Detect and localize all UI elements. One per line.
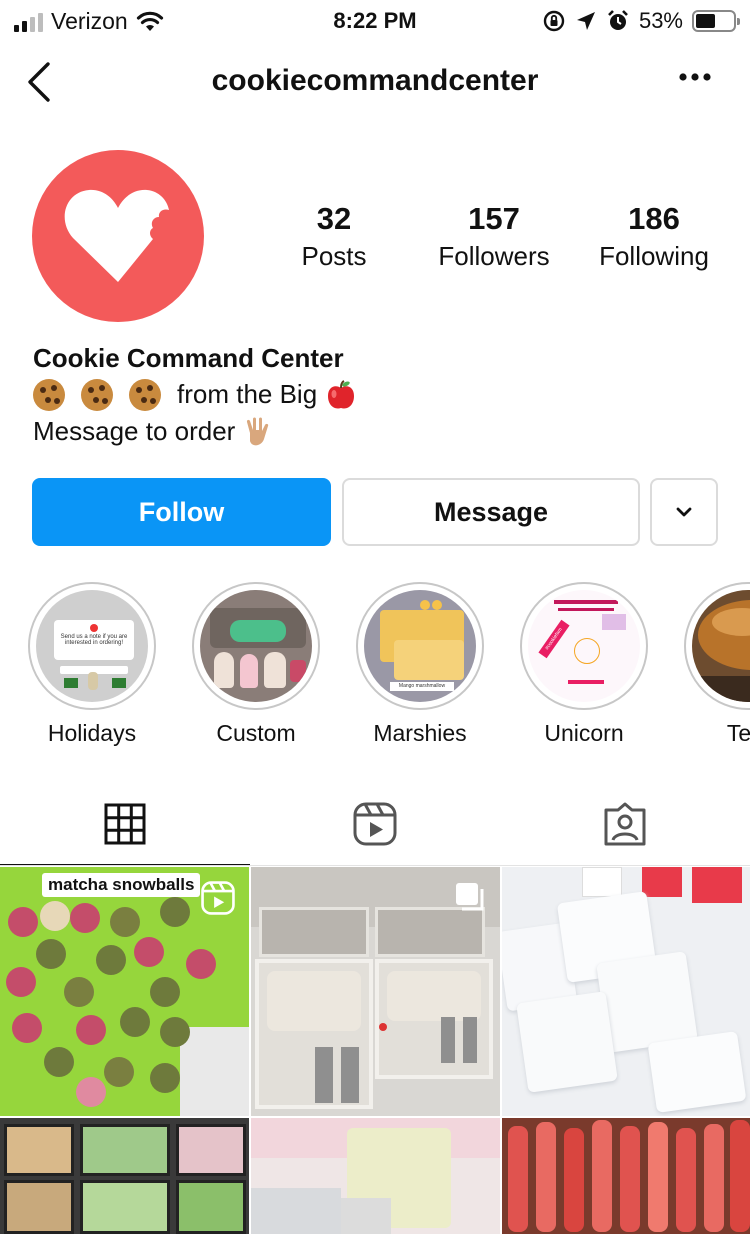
highlight-note-card: Send us a note if you are interested in … bbox=[54, 620, 134, 660]
carousel-badge-icon bbox=[456, 883, 484, 911]
highlight-test[interactable]: Test bbox=[683, 582, 750, 747]
highlight-cover-custom bbox=[200, 590, 312, 702]
message-button[interactable]: Message bbox=[342, 478, 640, 546]
highlight-cover-marshies: Mango marshmallow bbox=[364, 590, 476, 702]
post-tile[interactable] bbox=[0, 1118, 249, 1234]
highlight-label: Test bbox=[726, 720, 750, 746]
battery-icon bbox=[692, 10, 740, 32]
chevron-down-icon bbox=[676, 507, 692, 517]
follow-button[interactable]: Follow bbox=[32, 478, 331, 546]
suggested-accounts-button[interactable] bbox=[650, 478, 718, 546]
highlight-label: Holidays bbox=[47, 720, 137, 746]
status-bar: Verizon 8:22 PM 53% bbox=[0, 0, 750, 42]
highlight-cover-test bbox=[692, 590, 750, 702]
bio-text-2: Message to order bbox=[33, 416, 236, 446]
highlight-ring bbox=[684, 582, 750, 710]
alarm-clock-icon bbox=[608, 10, 628, 30]
post-tile[interactable]: matcha snowballs bbox=[0, 867, 249, 1116]
more-options-icon[interactable] bbox=[678, 72, 712, 82]
status-right: 53% bbox=[542, 8, 740, 34]
highlight-cover-holidays: Send us a note if you are interested in … bbox=[36, 590, 148, 702]
story-highlights: Send us a note if you are interested in … bbox=[0, 582, 750, 752]
tab-divider bbox=[0, 865, 750, 866]
tagged-person-icon bbox=[604, 802, 646, 846]
bitten-heart-logo-icon bbox=[64, 189, 169, 282]
posts-count: 32 bbox=[316, 201, 352, 236]
post-tile[interactable] bbox=[251, 1118, 500, 1234]
highlight-label: Custom bbox=[216, 720, 296, 746]
post-tile[interactable] bbox=[502, 1118, 750, 1234]
highlight-unicorn[interactable]: #cookiefam Unicorn bbox=[519, 582, 649, 747]
profile-content-tabs bbox=[0, 782, 750, 866]
highlight-label: Marshies bbox=[373, 720, 467, 746]
tab-tagged[interactable] bbox=[500, 782, 750, 866]
following-label: Following bbox=[599, 241, 709, 271]
location-arrow-icon bbox=[576, 12, 595, 30]
bio-line-2: Message to order bbox=[33, 413, 723, 450]
reels-icon bbox=[353, 802, 397, 846]
highlight-unicorn-tag: #cookiefam bbox=[538, 619, 570, 659]
bio-text-1: from the Big bbox=[177, 379, 318, 409]
profile-header: cookiecommandcenter bbox=[0, 50, 750, 116]
cookie-emoji-icon bbox=[81, 378, 113, 411]
reel-badge-icon bbox=[201, 881, 235, 915]
profile-bio: Cookie Command Center from the Big Messa… bbox=[33, 340, 723, 450]
highlight-ring bbox=[192, 582, 320, 710]
stat-following[interactable]: 186 Following bbox=[574, 200, 734, 274]
grid-icon bbox=[104, 803, 146, 845]
post-tile[interactable] bbox=[502, 867, 750, 1116]
profile-avatar[interactable] bbox=[32, 150, 204, 322]
highlight-ring: Send us a note if you are interested in … bbox=[28, 582, 156, 710]
highlight-marshies[interactable]: Mango marshmallow Marshies bbox=[355, 582, 485, 747]
cookie-emoji-icon bbox=[33, 378, 65, 411]
orientation-lock-icon bbox=[543, 10, 565, 32]
stat-followers[interactable]: 157 Followers bbox=[414, 200, 574, 274]
tab-reels[interactable] bbox=[250, 782, 500, 866]
highlight-cover-unicorn: #cookiefam bbox=[528, 590, 640, 702]
red-apple-emoji-icon bbox=[328, 379, 355, 408]
post-caption-overlay: matcha snowballs bbox=[42, 873, 201, 897]
highlight-ring: Mango marshmallow bbox=[356, 582, 484, 710]
battery-level bbox=[696, 14, 716, 28]
followers-label: Followers bbox=[438, 241, 550, 271]
posts-label: Posts bbox=[301, 241, 367, 271]
cookie-emoji-icon bbox=[129, 378, 161, 411]
highlight-marshies-caption: Mango marshmallow bbox=[390, 682, 454, 691]
followers-count: 157 bbox=[468, 201, 520, 236]
vulcan-salute-emoji-icon bbox=[247, 417, 269, 445]
battery-percent: 53% bbox=[638, 8, 683, 33]
profile-username: cookiecommandcenter bbox=[211, 64, 539, 97]
highlight-note-text: Send us a note if you are interested in … bbox=[60, 634, 128, 646]
post-tile[interactable] bbox=[251, 867, 500, 1116]
tab-posts-grid[interactable] bbox=[0, 782, 250, 866]
bio-line-1: from the Big bbox=[33, 376, 723, 413]
highlight-custom[interactable]: Custom bbox=[191, 582, 321, 747]
stat-posts[interactable]: 32 Posts bbox=[254, 200, 414, 274]
highlight-holidays[interactable]: Send us a note if you are interested in … bbox=[27, 582, 157, 747]
following-count: 186 bbox=[628, 201, 680, 236]
display-name: Cookie Command Center bbox=[33, 343, 344, 373]
profile-stats: 32 Posts 157 Followers 186 Following bbox=[254, 200, 734, 274]
highlight-label: Unicorn bbox=[544, 720, 624, 746]
highlight-ring: #cookiefam bbox=[520, 582, 648, 710]
